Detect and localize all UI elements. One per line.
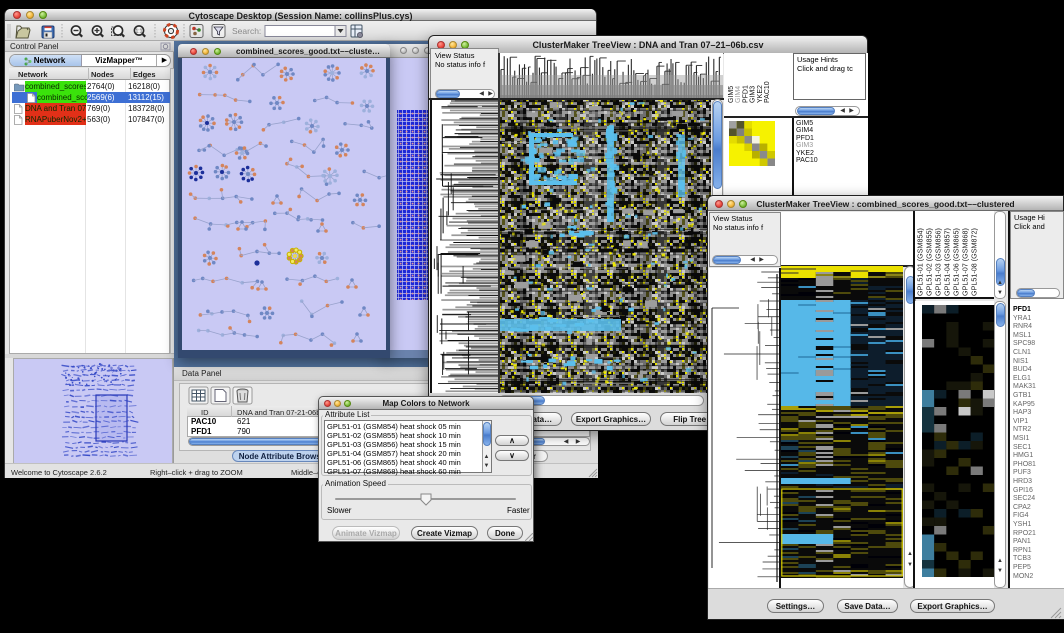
svg-text:GPL51-03 (GSM856): GPL51-03 (GSM856) xyxy=(934,228,943,296)
svg-text:Search:: Search: xyxy=(232,26,261,36)
svg-text:GIM5: GIM5 xyxy=(728,86,735,103)
svg-text:YKE2: YKE2 xyxy=(757,85,764,103)
svg-text:PFD1: PFD1 xyxy=(742,85,749,103)
svg-text:GIM4: GIM4 xyxy=(735,86,742,103)
svg-text:GPL51-06 (GSM865): GPL51-06 (GSM865) xyxy=(952,228,961,296)
svg-text:GPL51-07 (GSM868): GPL51-07 (GSM868) xyxy=(961,228,970,296)
svg-text:GPL51-04 (GSM857): GPL51-04 (GSM857) xyxy=(943,228,952,296)
svg-text:GIM3: GIM3 xyxy=(750,86,757,103)
svg-text:1:1: 1:1 xyxy=(136,29,143,35)
svg-text:GPL51-01 (GSM854): GPL51-01 (GSM854) xyxy=(916,228,925,296)
svg-text:GPL51-08 (GSM872): GPL51-08 (GSM872) xyxy=(970,228,979,296)
svg-text:PAC10: PAC10 xyxy=(764,81,771,103)
svg-text:GPL51-02 (GSM855): GPL51-02 (GSM855) xyxy=(925,228,934,296)
